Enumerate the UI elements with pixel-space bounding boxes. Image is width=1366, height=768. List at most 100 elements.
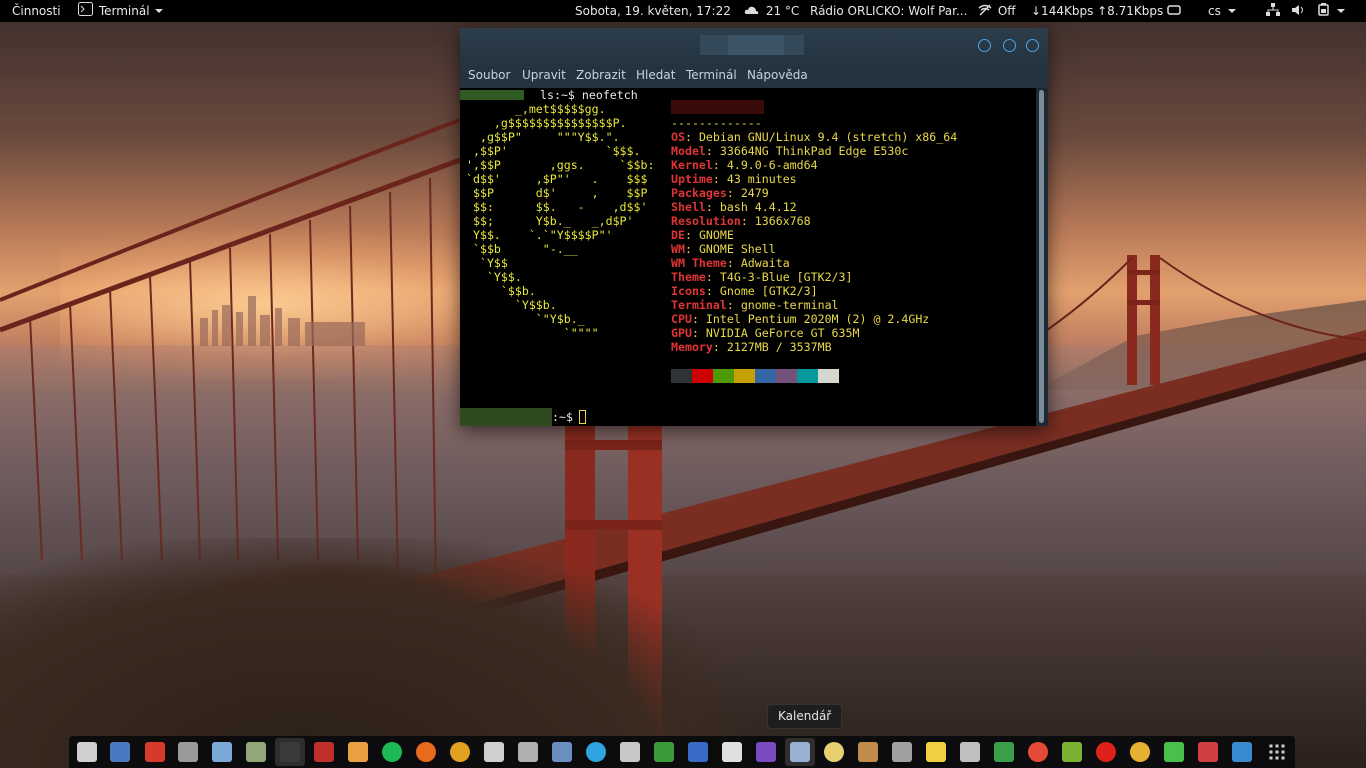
network-monitor-icon[interactable] [620, 742, 640, 762]
cloud-sun-icon [744, 1, 760, 23]
color-swatch [755, 369, 776, 383]
app-menu[interactable]: Terminál [78, 0, 165, 22]
telegram-icon[interactable] [586, 742, 606, 762]
minimize-button[interactable] [978, 39, 991, 52]
logo-line: `"Y$b._ [466, 312, 585, 326]
files-icon[interactable] [77, 742, 97, 762]
tor-icon[interactable] [722, 742, 742, 762]
system-tool-icon[interactable] [178, 742, 198, 762]
disk-icon[interactable] [1198, 742, 1218, 762]
info-value: NVIDIA GeForce GT 635M [705, 326, 860, 340]
dock-tooltip: Kalendář [767, 704, 843, 729]
logo-line: `$$b "-.__ [466, 242, 578, 256]
info-key: CPU [671, 312, 692, 326]
vpn-indicator[interactable]: Off [978, 0, 1016, 22]
settings-icon[interactable] [110, 742, 130, 762]
logo-line: `Y$$ [466, 256, 508, 270]
redacted-hostname [671, 100, 764, 114]
library-icon[interactable] [858, 742, 878, 762]
info-key: GPU [671, 326, 692, 340]
terminal-scrollbar[interactable] [1036, 88, 1048, 426]
keyboard-layout[interactable]: cs [1208, 0, 1239, 22]
info-key: DE [671, 228, 685, 242]
download-icon[interactable] [756, 742, 776, 762]
menu-terminal[interactable]: Terminál [686, 68, 737, 82]
tools-icon[interactable] [1164, 742, 1184, 762]
info-value: bash 4.4.12 [719, 200, 797, 214]
chat-icon[interactable] [484, 742, 504, 762]
color-swatch [734, 369, 755, 383]
power-menu-icon [1335, 1, 1347, 23]
chrome-icon[interactable] [450, 742, 470, 762]
printer-icon[interactable] [892, 742, 912, 762]
system-monitor-icon[interactable] [994, 742, 1014, 762]
emoji-icon[interactable] [1130, 742, 1150, 762]
spotify-icon[interactable] [382, 742, 402, 762]
info-key: OS [671, 130, 685, 144]
weather-icon[interactable] [824, 742, 844, 762]
logo-line: ,g$$$$$$$$$$$$$$$P. [466, 116, 627, 130]
network-indicator[interactable] [1266, 0, 1280, 22]
terminal-titlebar[interactable] [460, 28, 1048, 64]
maximize-button[interactable] [1003, 39, 1016, 52]
shell-prompt[interactable]: :~$ [460, 408, 660, 426]
image-viewer-icon[interactable] [552, 742, 572, 762]
info-value: Intel Pentium 2020M (2) @ 2.4GHz [705, 312, 930, 326]
help-icon[interactable] [1028, 742, 1048, 762]
menu-edit[interactable]: Upravit [522, 68, 566, 82]
system-info: OS: Debian GNU/Linux 9.4 (stretch) x86_6… [671, 130, 957, 354]
info-row: Resolution: 1366x768 [671, 214, 811, 228]
terminal-window[interactable]: Soubor Upravit Zobrazit Hledat Terminál … [460, 28, 1048, 426]
app-grid-icon[interactable] [1267, 742, 1287, 762]
logo-line: `$$b. [466, 284, 536, 298]
chevron-down-icon [153, 1, 165, 23]
screen-indicator[interactable] [1167, 0, 1181, 22]
info-row: WM Theme: Adwaita [671, 256, 790, 270]
activities-button[interactable]: Činnosti [12, 0, 61, 22]
info-row: Kernel: 4.9.0-6-amd64 [671, 158, 818, 172]
scrollbar-thumb[interactable] [1039, 90, 1044, 423]
media-icon[interactable] [314, 742, 334, 762]
dupeguru-icon[interactable] [145, 742, 165, 762]
info-row: Shell: bash 4.4.12 [671, 200, 797, 214]
clock[interactable]: Sobota, 19. květen, 17:22 [575, 0, 731, 22]
text-cursor [579, 410, 586, 424]
game-icon[interactable] [1062, 742, 1082, 762]
calendar-icon[interactable] [790, 742, 810, 762]
menu-search[interactable]: Hledat [636, 68, 675, 82]
firefox-icon[interactable] [416, 742, 436, 762]
chart-app-icon[interactable] [1232, 742, 1252, 762]
volume-indicator[interactable] [1291, 0, 1305, 22]
power-menu[interactable] [1317, 0, 1347, 22]
document-icon[interactable] [688, 742, 708, 762]
radio-indicator[interactable]: Rádio ORLICKO: Wolf Par... [810, 0, 967, 22]
info-row: Theme: T4G-3-Blue [GTK2/3] [671, 270, 853, 284]
color-swatch [671, 369, 692, 383]
top-bar: Činnosti Terminál Sobota, 19. květen, 17… [0, 0, 1366, 22]
text-editor-icon[interactable] [348, 742, 368, 762]
info-key: Shell [671, 200, 706, 214]
mail-icon[interactable] [518, 742, 538, 762]
opera-icon[interactable] [1096, 742, 1116, 762]
terminal-output[interactable]: ls:~$ neofetch _,met$$$$$gg. ,g$$$$$$$$$… [460, 88, 1036, 426]
notes-icon[interactable] [926, 742, 946, 762]
menu-view[interactable]: Zobrazit [576, 68, 626, 82]
calculator-icon[interactable] [246, 742, 266, 762]
spreadsheet-icon[interactable] [654, 742, 674, 762]
info-value: 2479 [740, 186, 769, 200]
weather-indicator[interactable]: 21 °C [744, 0, 799, 22]
window-icon[interactable] [960, 742, 980, 762]
info-key: Icons [671, 284, 706, 298]
menu-help[interactable]: Nápověda [747, 68, 808, 82]
screenshot-icon[interactable] [212, 742, 232, 762]
close-button[interactable] [1026, 39, 1039, 52]
logo-line: ,g$$P" """Y$$.". [466, 130, 620, 144]
terminal-menubar: Soubor Upravit Zobrazit Hledat Terminál … [460, 64, 1048, 88]
info-value: 1366x768 [754, 214, 811, 228]
prompt-suffix: :~$ [552, 410, 573, 424]
no-wifi-icon [978, 1, 992, 23]
menu-file[interactable]: Soubor [468, 68, 510, 82]
net-speed: ↓144Kbps ↑8.71Kbps [1031, 4, 1164, 18]
terminal-icon[interactable] [280, 742, 300, 762]
color-palette [671, 369, 839, 383]
